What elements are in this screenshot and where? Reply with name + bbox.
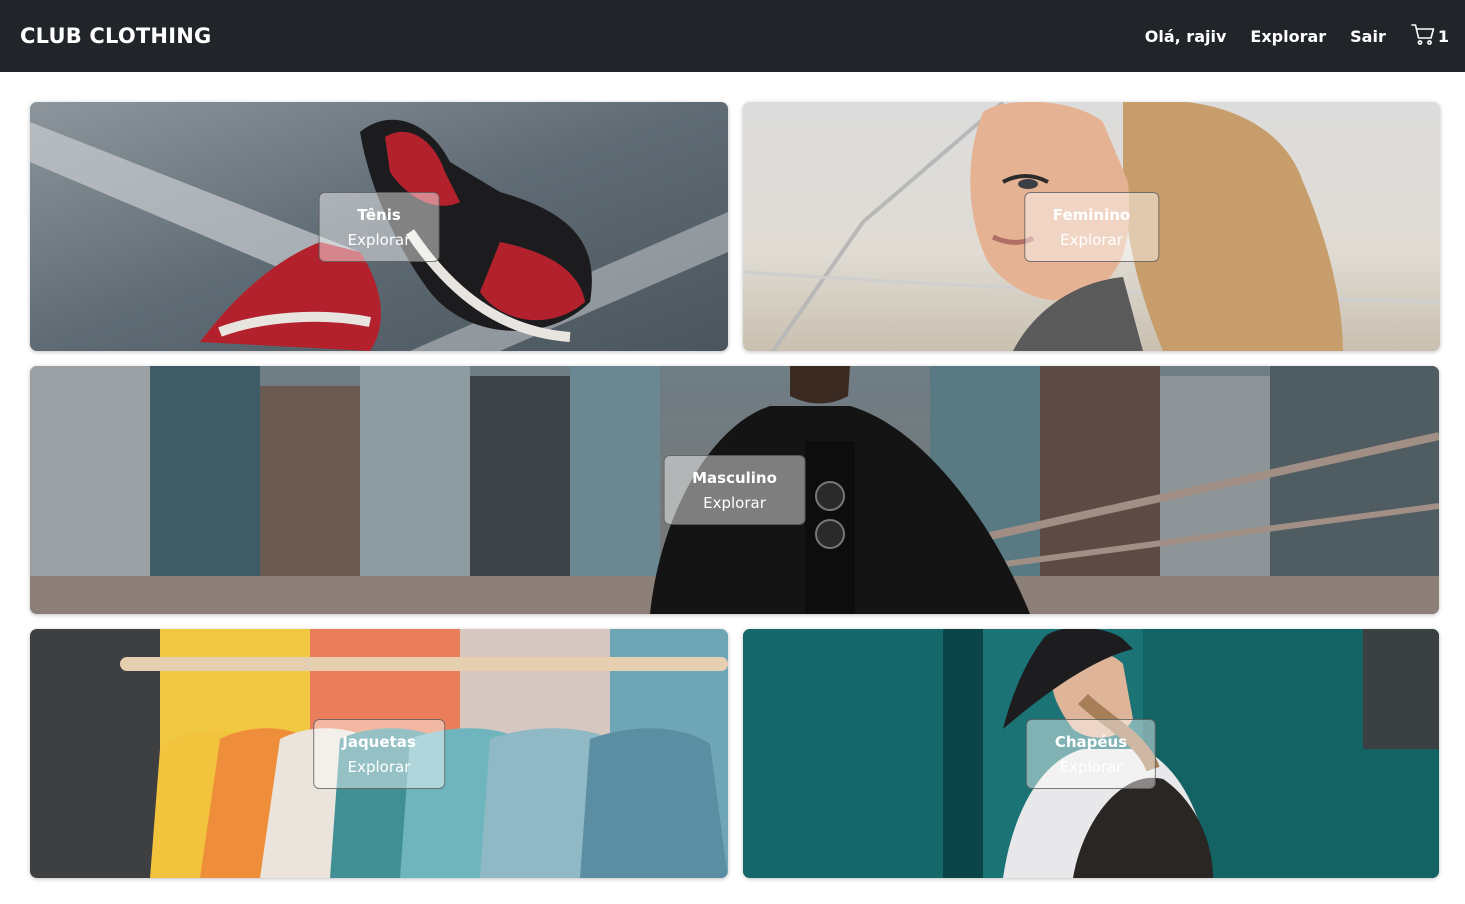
- category-label: Tênis Explorar: [318, 191, 440, 262]
- category-title: Feminino: [1052, 205, 1131, 224]
- category-label: Masculino Explorar: [663, 455, 806, 525]
- category-title: Chapéus: [1054, 732, 1128, 751]
- category-label: Chapéus Explorar: [1025, 718, 1157, 789]
- category-tile-feminino[interactable]: Feminino Explorar: [743, 102, 1440, 351]
- category-title: Masculino: [692, 469, 777, 487]
- explore-text: Explorar: [347, 230, 411, 249]
- explore-text: Explorar: [703, 494, 766, 512]
- explore-text: Explorar: [1059, 757, 1123, 776]
- explore-text: Explorar: [1060, 230, 1123, 249]
- explore-text: Explorar: [347, 757, 411, 776]
- category-label: Jaquetas Explorar: [313, 718, 445, 789]
- logo[interactable]: CLUB CLOTHING: [20, 24, 211, 48]
- category-tile-jaquetas[interactable]: Jaquetas Explorar: [30, 629, 728, 878]
- category-tile-tenis[interactable]: Tênis Explorar: [30, 102, 728, 351]
- category-tile-chapeus[interactable]: Chapéus Explorar: [743, 629, 1439, 878]
- greeting-link[interactable]: Olá, rajiv: [1145, 27, 1227, 46]
- shopping-cart-icon: [1410, 21, 1436, 51]
- category-title: Jaquetas: [342, 732, 416, 751]
- category-label: Feminino Explorar: [1023, 191, 1160, 262]
- cart-button[interactable]: 1: [1410, 21, 1449, 51]
- explore-link[interactable]: Explorar: [1250, 27, 1326, 46]
- nav-links: Olá, rajiv Explorar Sair 1: [1121, 21, 1449, 51]
- category-tile-masculino[interactable]: Masculino Explorar: [30, 366, 1439, 614]
- category-title: Tênis: [357, 205, 401, 224]
- navbar: CLUB CLOTHING Olá, rajiv Explorar Sair 1: [0, 0, 1465, 72]
- cart-count: 1: [1437, 26, 1449, 46]
- logout-link[interactable]: Sair: [1350, 27, 1386, 46]
